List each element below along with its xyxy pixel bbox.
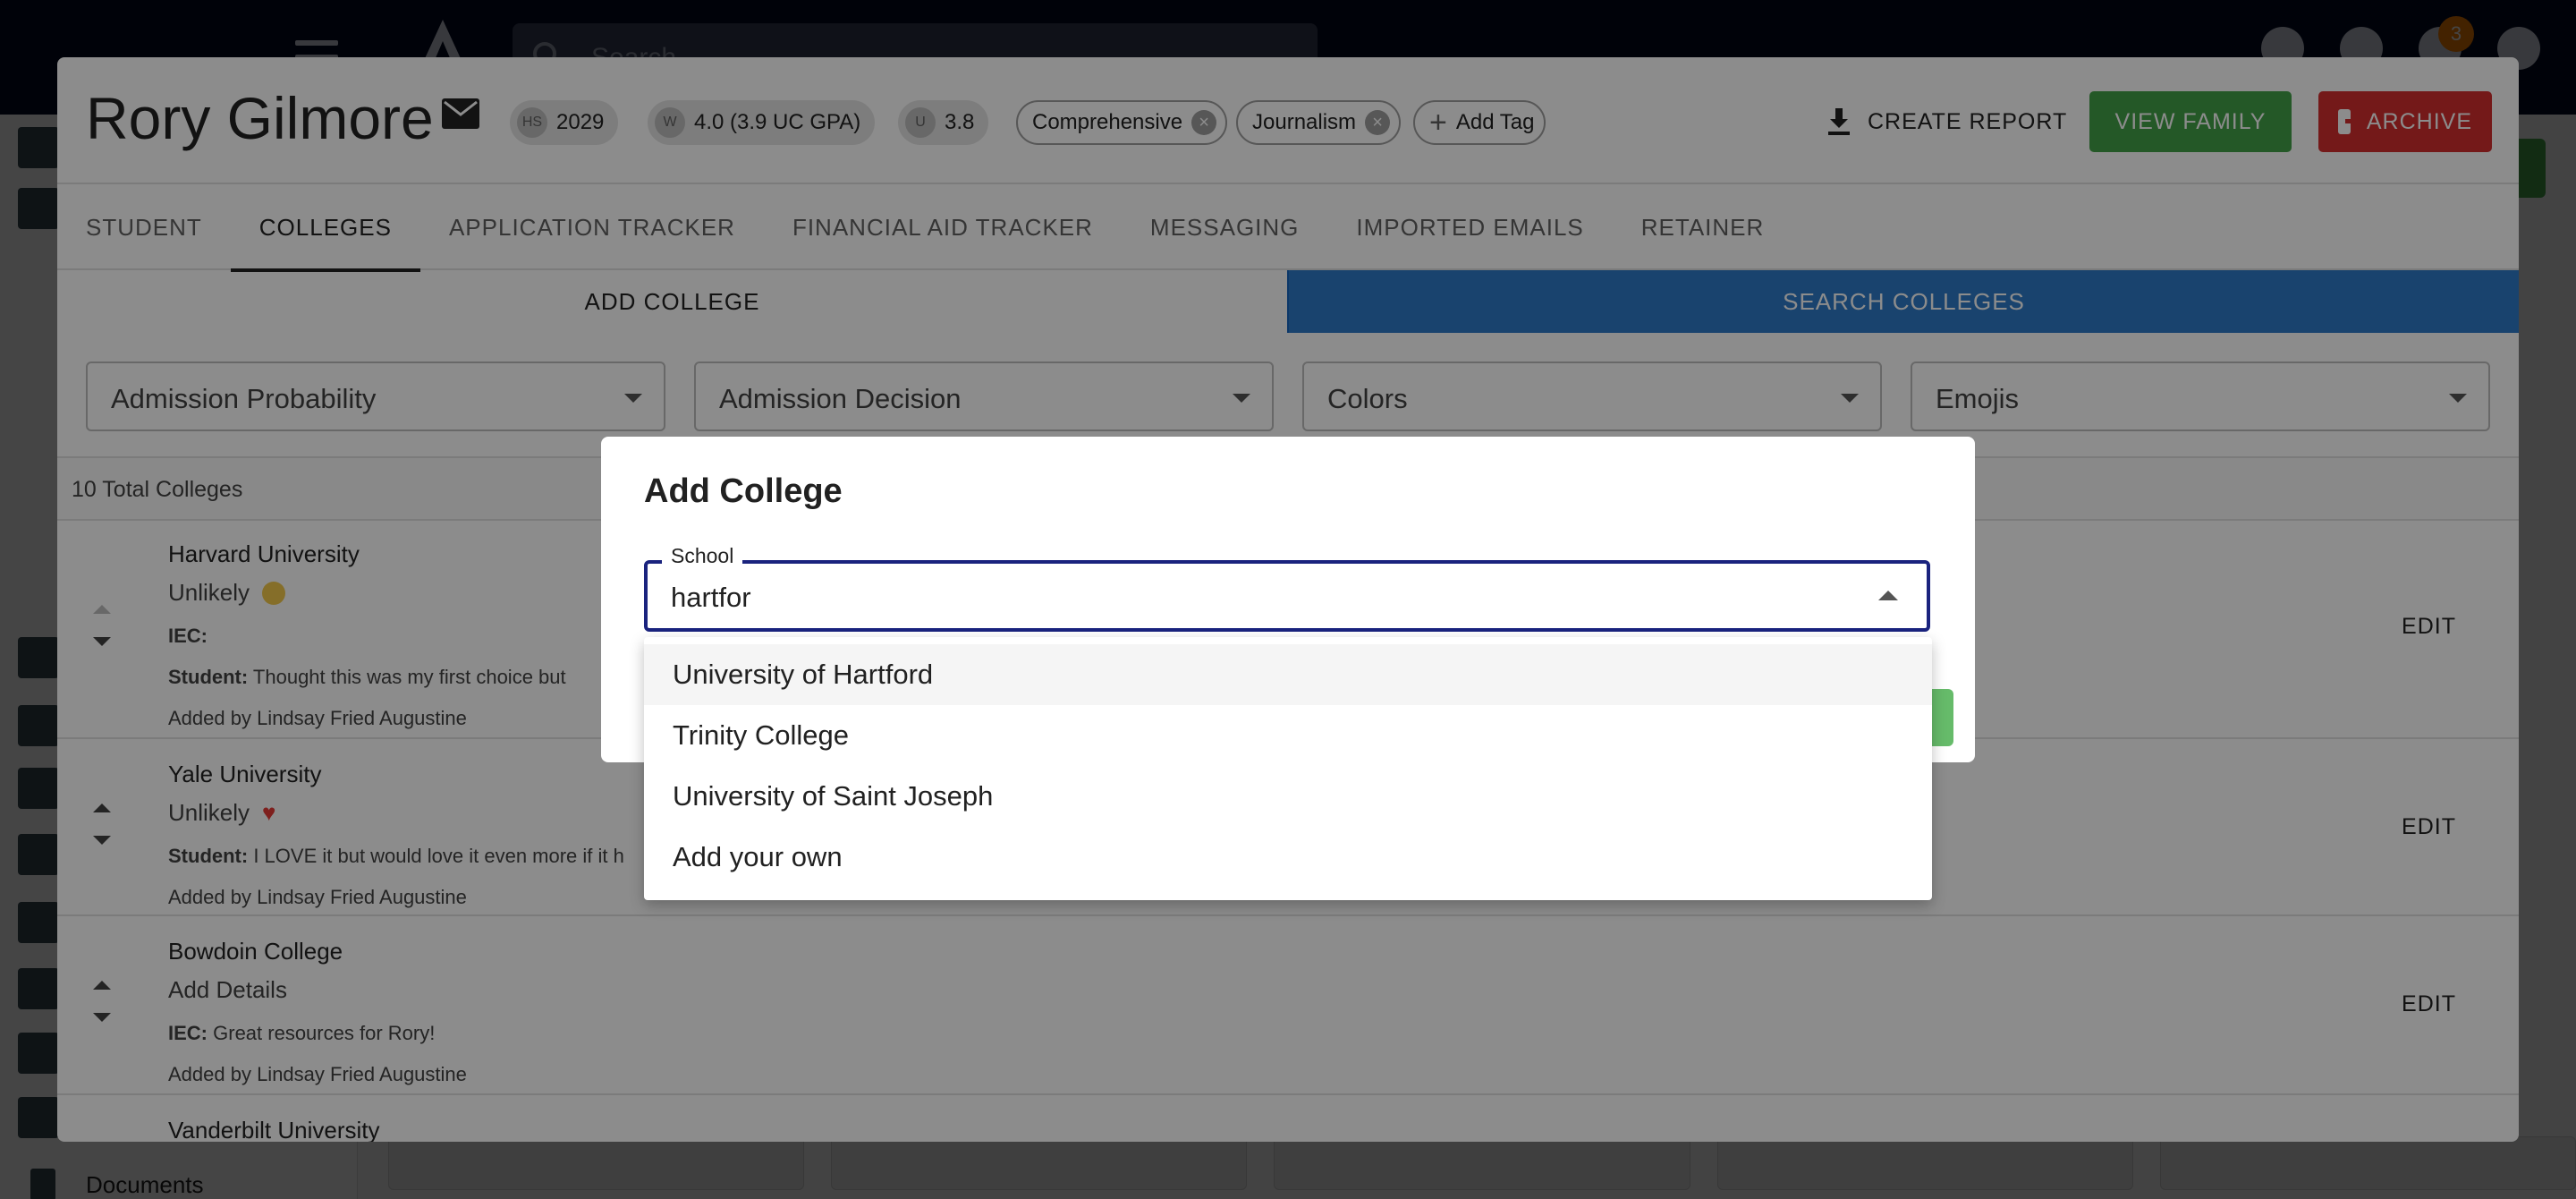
add-your-own-option[interactable]: Add your own [644, 827, 1932, 888]
dialog-title: Add College [644, 472, 843, 510]
school-option[interactable]: University of Hartford [644, 644, 1932, 705]
school-option[interactable]: Trinity College [644, 705, 1932, 766]
school-field-value[interactable]: hartfor [671, 582, 751, 614]
school-options-listbox: University of Hartford Trinity College U… [644, 637, 1932, 900]
school-field-label: School [662, 544, 743, 568]
chevron-up-icon[interactable] [1878, 591, 1898, 600]
school-autocomplete-input[interactable]: School hartfor [644, 544, 1930, 632]
school-option[interactable]: University of Saint Joseph [644, 766, 1932, 827]
